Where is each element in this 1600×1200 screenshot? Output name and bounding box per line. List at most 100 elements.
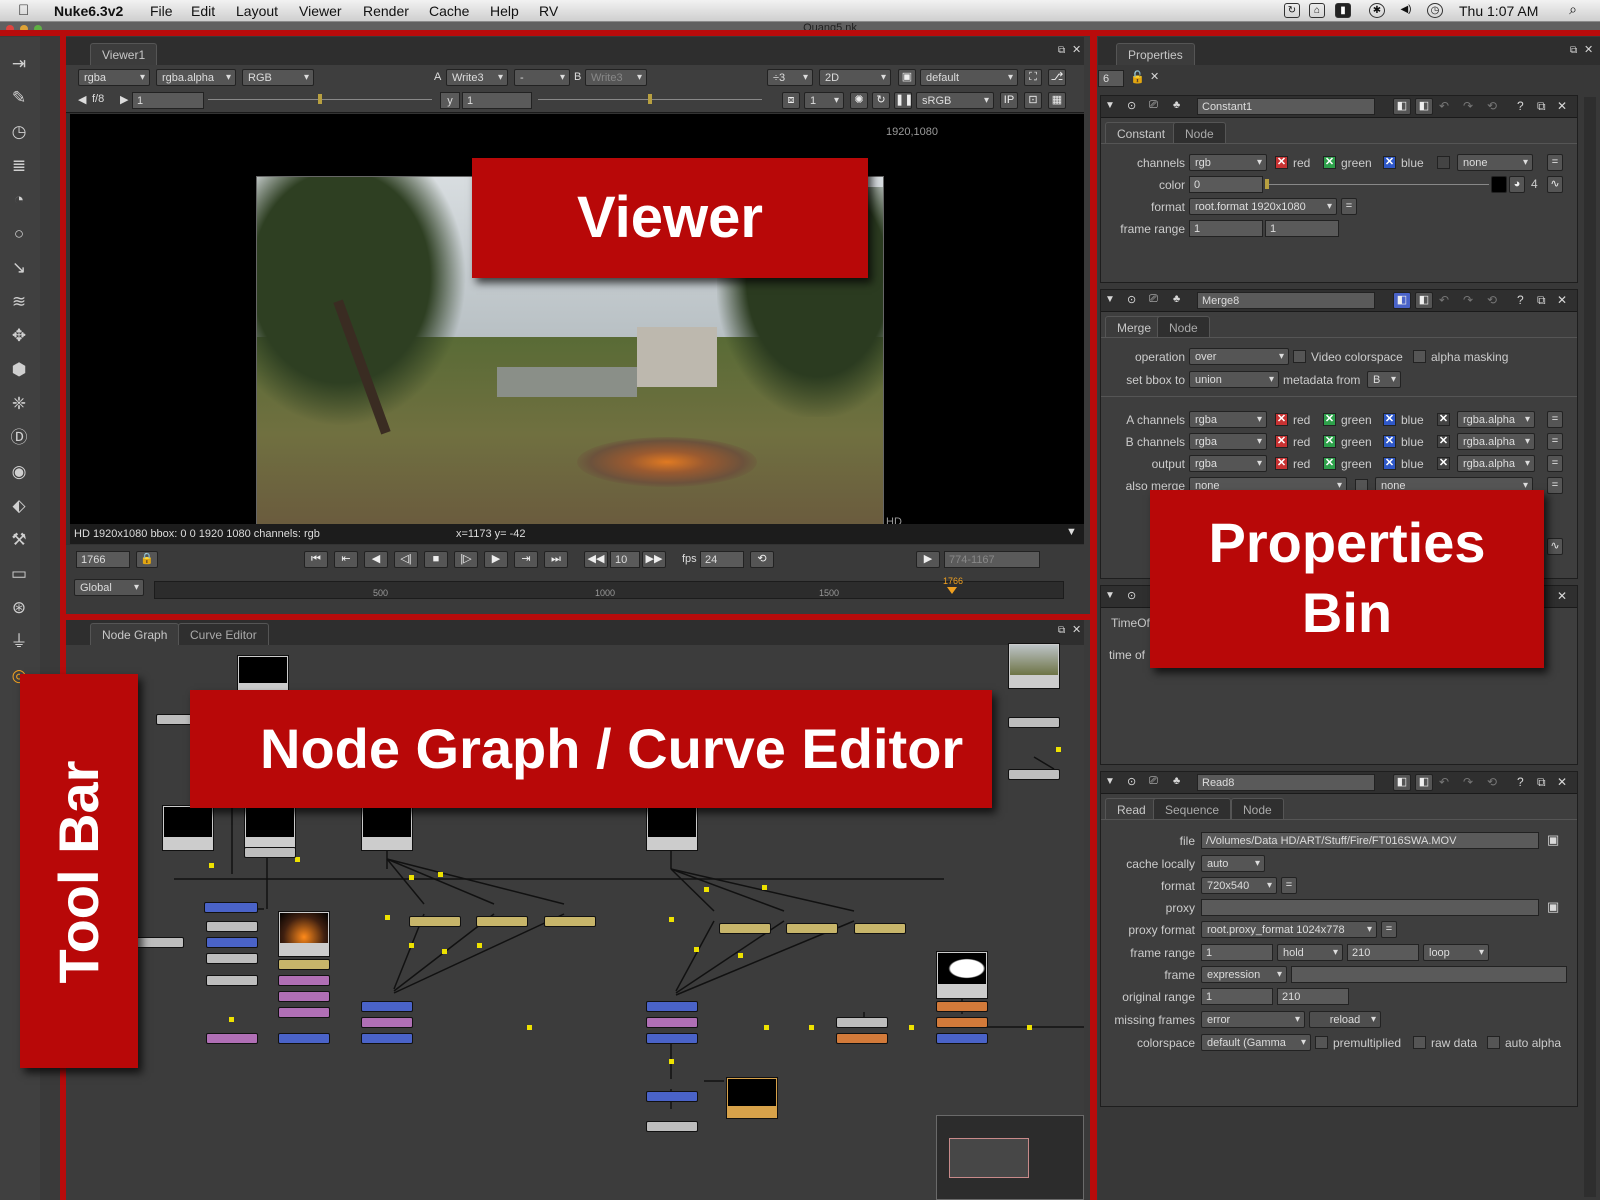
fps-field[interactable]: 24	[700, 551, 744, 568]
redo-icon[interactable]: ↷	[1463, 99, 1473, 113]
zoom-dropdown[interactable]: ÷3	[767, 69, 813, 86]
volume-icon[interactable]: ◀)	[1398, 3, 1414, 18]
battery-icon[interactable]: ▮	[1335, 3, 1351, 18]
animation-curve-icon[interactable]: ∿	[1547, 176, 1563, 193]
flipbook-icon[interactable]: ▶	[916, 551, 940, 568]
range-mode-dropdown[interactable]: Global	[74, 579, 144, 596]
menu-rv[interactable]: RV	[539, 3, 558, 19]
merge-node[interactable]	[361, 1033, 413, 1044]
write-node[interactable]	[646, 1121, 698, 1132]
gamma-slider-handle[interactable]	[648, 94, 652, 104]
grade-node[interactable]	[361, 1017, 413, 1028]
draw-tools-icon[interactable]: ◷	[6, 119, 32, 145]
pane-float-icon[interactable]: ⧉	[1570, 45, 1577, 56]
playhead-icon[interactable]	[947, 587, 957, 594]
frame-range-field[interactable]: 774-1167	[944, 551, 1040, 568]
tab-node[interactable]: Node	[1157, 316, 1210, 338]
raw-data-checkbox[interactable]	[1413, 1036, 1426, 1049]
proxy-icon[interactable]: ⧈	[782, 92, 800, 109]
blue-checkbox[interactable]: ✕	[1383, 156, 1396, 169]
lut-default-dropdown[interactable]: default	[920, 69, 1018, 86]
range-start-field[interactable]: 1	[1201, 944, 1273, 961]
node-box[interactable]	[1008, 769, 1060, 780]
node-color-icon[interactable]: ♣	[1173, 99, 1180, 111]
a-link-button[interactable]: =	[1547, 411, 1563, 428]
metadata-tools-icon[interactable]: ◉	[6, 459, 32, 485]
elbow-dot[interactable]	[694, 947, 699, 952]
read-node[interactable]	[936, 1017, 988, 1028]
proxy-format-menu-button[interactable]: =	[1381, 921, 1397, 938]
tab-constant[interactable]: Constant	[1105, 122, 1178, 144]
view-mode-dropdown[interactable]: 2D	[819, 69, 891, 86]
wipe-icon[interactable]: ⎇	[1048, 69, 1066, 86]
elbow-dot[interactable]	[762, 885, 767, 890]
link-channels-button[interactable]: =	[1547, 154, 1563, 171]
node-graph-minimap[interactable]	[936, 1115, 1084, 1200]
node-name-field[interactable]: Merge8	[1197, 292, 1375, 309]
revert-icon[interactable]: ⟲	[1487, 293, 1497, 307]
sync-icon[interactable]: ↻	[1284, 3, 1300, 18]
gl-color-swatch-icon[interactable]: ◧	[1415, 774, 1433, 791]
alpha-channel-dropdown[interactable]: none	[1457, 154, 1533, 171]
center-node-icon[interactable]: ⊙	[1127, 293, 1136, 306]
tab-properties[interactable]: Properties	[1116, 43, 1195, 65]
read-node[interactable]	[936, 1001, 988, 1012]
elbow-dot[interactable]	[295, 857, 300, 862]
elbow-dot[interactable]	[209, 863, 214, 868]
out-red-checkbox[interactable]: ✕	[1275, 457, 1288, 470]
help-icon[interactable]: ?	[1517, 293, 1524, 307]
image-tools-icon[interactable]: ✎	[6, 85, 32, 111]
format-dropdown[interactable]: root.format 1920x1080	[1189, 198, 1337, 215]
redo-icon[interactable]: ↷	[1463, 293, 1473, 307]
apple-icon[interactable]: 	[18, 2, 29, 19]
elbow-dot[interactable]	[669, 1059, 674, 1064]
merge-node[interactable]	[646, 1033, 698, 1044]
elbow-dot[interactable]	[1027, 1025, 1032, 1030]
loop-icon[interactable]: ⟲	[750, 551, 774, 568]
metadata-dropdown[interactable]: B	[1367, 371, 1401, 388]
elbow-dot[interactable]	[809, 1025, 814, 1030]
elbow-dot[interactable]	[764, 1025, 769, 1030]
float-panel-icon[interactable]: ⧉	[1537, 99, 1546, 114]
b-link-button[interactable]: =	[1547, 433, 1563, 450]
help-icon[interactable]: ?	[1517, 99, 1524, 113]
menu-file[interactable]: File	[150, 3, 173, 19]
frame-mode-dropdown[interactable]: expression	[1201, 966, 1287, 983]
grade-node[interactable]	[278, 1007, 330, 1018]
float-panel-icon[interactable]: ⧉	[1537, 293, 1546, 308]
format-dropdown[interactable]: 720x540	[1201, 877, 1277, 894]
first-frame-icon[interactable]: ⏮	[304, 551, 328, 568]
tab-timeoffset[interactable]: TimeOf	[1105, 612, 1156, 634]
close-panel-icon[interactable]: ✕	[1557, 293, 1567, 307]
stop-icon[interactable]: ■	[424, 551, 448, 568]
a-alpha-dropdown[interactable]: rgba.alpha	[1457, 411, 1535, 428]
3d-tools-icon[interactable]: ❈	[6, 391, 32, 417]
read-node-thumbnail[interactable]	[162, 805, 214, 851]
accessibility-icon[interactable]: ✱	[1369, 3, 1385, 18]
merge-node[interactable]	[646, 1091, 698, 1102]
read-node-thumbnail[interactable]	[237, 655, 289, 695]
out-green-checkbox[interactable]: ✕	[1323, 457, 1336, 470]
file-browse-icon[interactable]: ▣	[1547, 832, 1559, 848]
alpha-checkbox[interactable]	[1437, 156, 1450, 169]
undo-icon[interactable]: ↶	[1439, 99, 1449, 113]
input-a-dropdown[interactable]: Write3	[446, 69, 508, 86]
menu-render[interactable]: Render	[363, 3, 409, 19]
out-alpha-dropdown[interactable]: rgba.alpha	[1457, 455, 1535, 472]
time-machine-icon[interactable]: ◷	[1427, 3, 1443, 18]
merge-node[interactable]	[361, 1001, 413, 1012]
channels-dropdown[interactable]: rgba	[78, 69, 150, 86]
fstop-value[interactable]: f/8	[92, 93, 104, 105]
input-b-dropdown[interactable]: Write3	[585, 69, 647, 86]
frame-range-end-field[interactable]: 1	[1265, 220, 1339, 237]
last-frame-icon[interactable]: ⏭	[544, 551, 568, 568]
tab-node[interactable]: Node	[1231, 798, 1284, 820]
input-process-icon[interactable]: IP	[1000, 92, 1018, 109]
a-alpha-checkbox[interactable]: ✕	[1437, 413, 1450, 426]
particles-tools-icon[interactable]: ⬖	[6, 493, 32, 519]
menu-clock[interactable]: Thu 1:07 AM	[1459, 3, 1538, 19]
frame-expression-field[interactable]	[1291, 966, 1567, 983]
next-keyframe-icon[interactable]: ⇥	[514, 551, 538, 568]
next-fstop-icon[interactable]: ▶	[120, 93, 128, 106]
b-red-checkbox[interactable]: ✕	[1275, 435, 1288, 448]
